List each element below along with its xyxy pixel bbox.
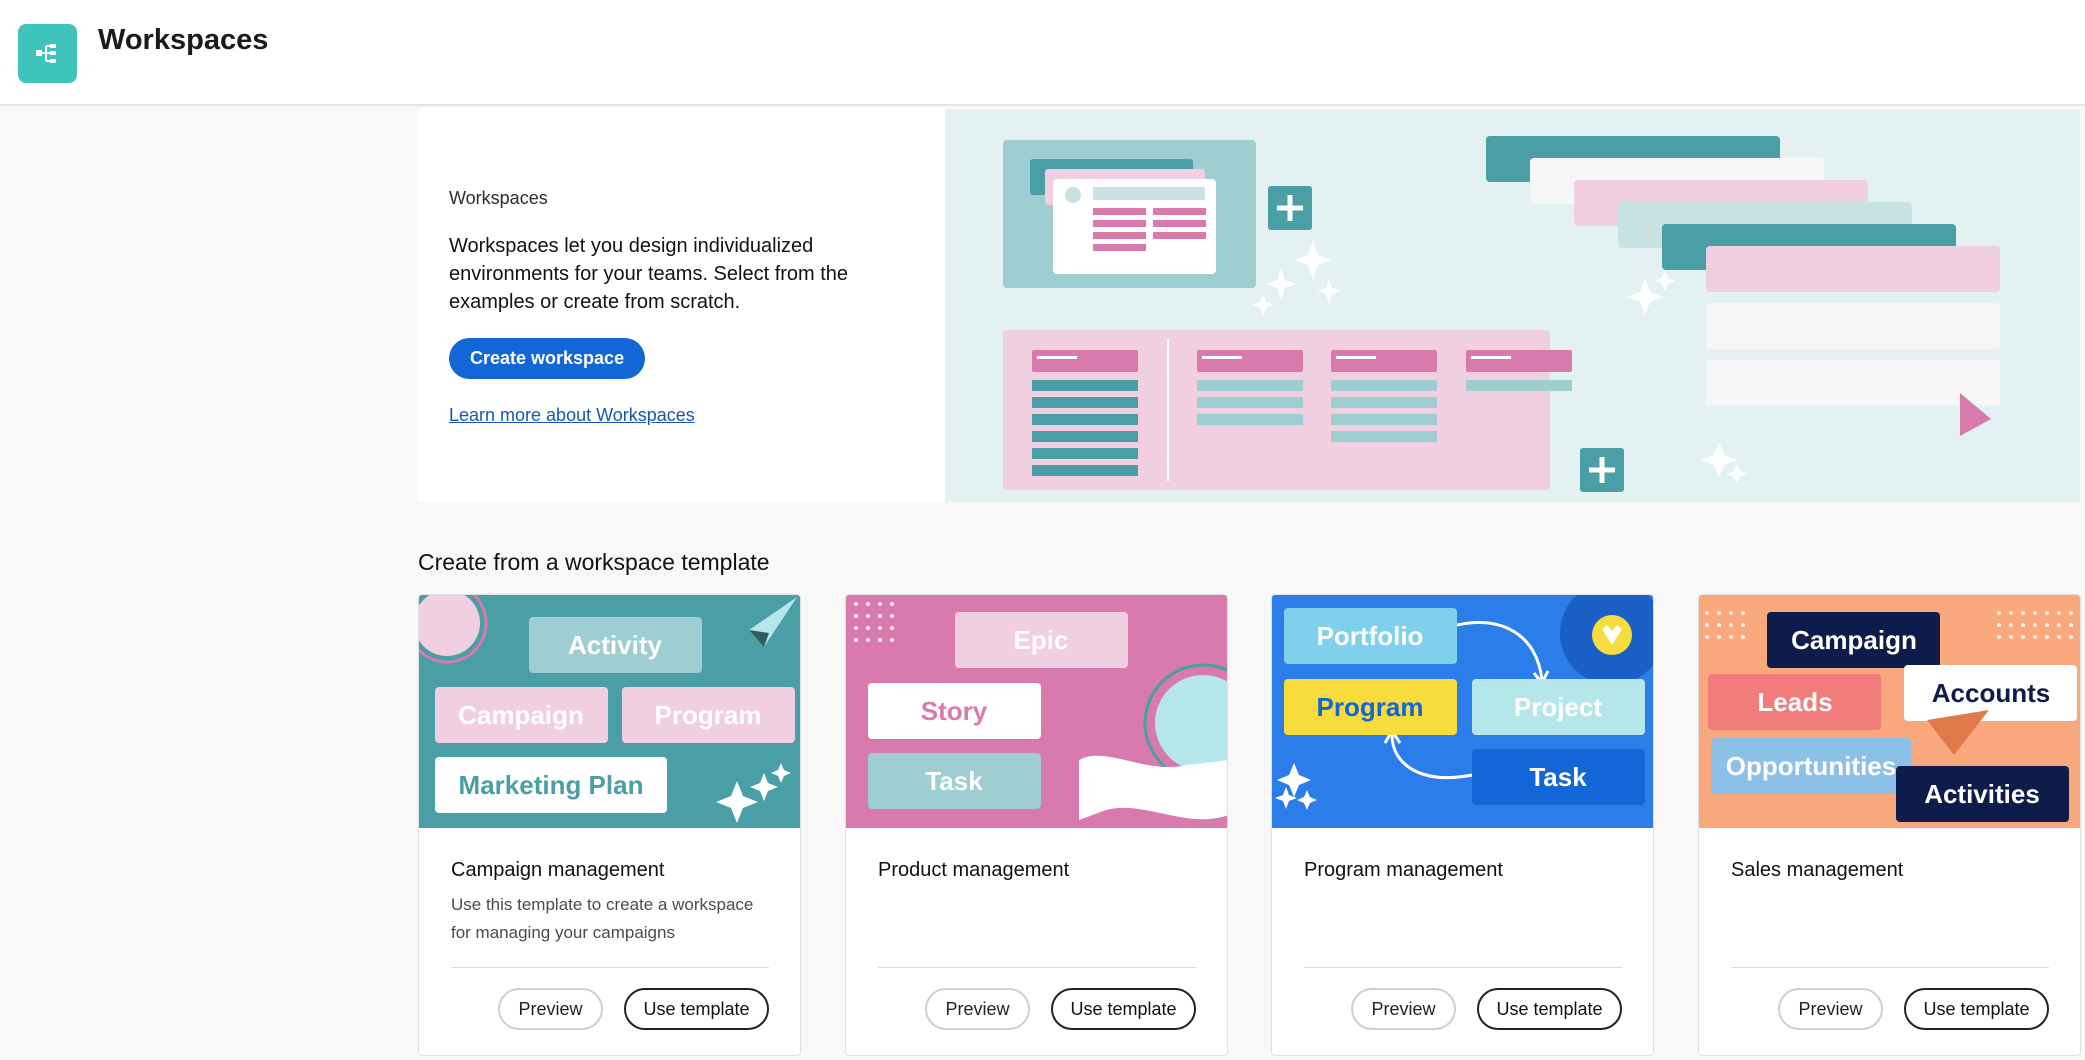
- use-template-button[interactable]: Use template: [1477, 988, 1622, 1030]
- image-label-activity: Activity: [568, 630, 662, 660]
- image-label-portfolio: Portfolio: [1317, 621, 1424, 651]
- image-label-marketing-plan: Marketing Plan: [459, 770, 644, 800]
- image-label-program: Program: [1317, 692, 1424, 722]
- card-title: Sales management: [1731, 859, 1904, 881]
- card-divider: [878, 967, 1196, 968]
- image-label-task: Task: [1529, 762, 1587, 792]
- image-label-project: Project: [1514, 692, 1602, 722]
- top-bar: Workspaces: [0, 0, 2085, 106]
- image-label-activities: Activities: [1924, 779, 2040, 809]
- sales-template-image: Campaign Leads Accounts Opportunities Ac…: [1699, 595, 2080, 828]
- page-title: Workspaces: [98, 24, 269, 56]
- preview-button[interactable]: Preview: [925, 988, 1030, 1030]
- template-card-program[interactable]: Portfolio Program Project Task Program m…: [1271, 594, 1654, 1056]
- template-card-sales[interactable]: Campaign Leads Accounts Opportunities Ac…: [1698, 594, 2081, 1056]
- learn-more-link[interactable]: Learn more about Workspaces: [449, 405, 695, 426]
- program-template-image: Portfolio Program Project Task: [1272, 595, 1653, 828]
- template-card-campaign[interactable]: Activity Campaign Program Marketing Plan…: [418, 594, 801, 1056]
- card-divider: [451, 967, 769, 968]
- image-label-campaign: Campaign: [458, 700, 584, 730]
- use-template-button[interactable]: Use template: [1904, 988, 2049, 1030]
- image-label-story: Story: [921, 696, 988, 726]
- hero-eyebrow: Workspaces: [449, 188, 548, 208]
- create-workspace-button[interactable]: Create workspace: [449, 338, 646, 379]
- campaign-template-image: Activity Campaign Program Marketing Plan: [419, 595, 800, 828]
- hero-illustration: [945, 109, 2080, 502]
- workspace-icon[interactable]: [18, 24, 77, 83]
- card-title: Program management: [1304, 859, 1503, 881]
- image-label-opportunities: Opportunities: [1726, 751, 1896, 781]
- card-title: Campaign management: [451, 859, 665, 881]
- image-label-program: Program: [655, 700, 762, 730]
- image-label-task: Task: [925, 766, 983, 796]
- card-divider: [1304, 967, 1622, 968]
- preview-button[interactable]: Preview: [1351, 988, 1456, 1030]
- image-label-accounts: Accounts: [1932, 678, 2050, 708]
- use-template-button[interactable]: Use template: [624, 988, 769, 1030]
- hero-description: Workspaces let you design individualized…: [449, 235, 849, 313]
- template-card-product[interactable]: Epic Story Task Product management Previ…: [845, 594, 1228, 1056]
- image-label-epic: Epic: [1014, 625, 1069, 655]
- use-template-button[interactable]: Use template: [1051, 988, 1196, 1030]
- card-divider: [1731, 967, 2049, 968]
- image-label-campaign: Campaign: [1791, 625, 1917, 655]
- product-template-image: Epic Story Task: [846, 595, 1227, 828]
- preview-button[interactable]: Preview: [1778, 988, 1883, 1030]
- card-description: Use this template to create a workspace …: [451, 895, 754, 942]
- card-title: Product management: [878, 859, 1070, 881]
- image-label-leads: Leads: [1757, 687, 1832, 717]
- templates-section-title: Create from a workspace template: [418, 549, 770, 575]
- preview-button[interactable]: Preview: [498, 988, 603, 1030]
